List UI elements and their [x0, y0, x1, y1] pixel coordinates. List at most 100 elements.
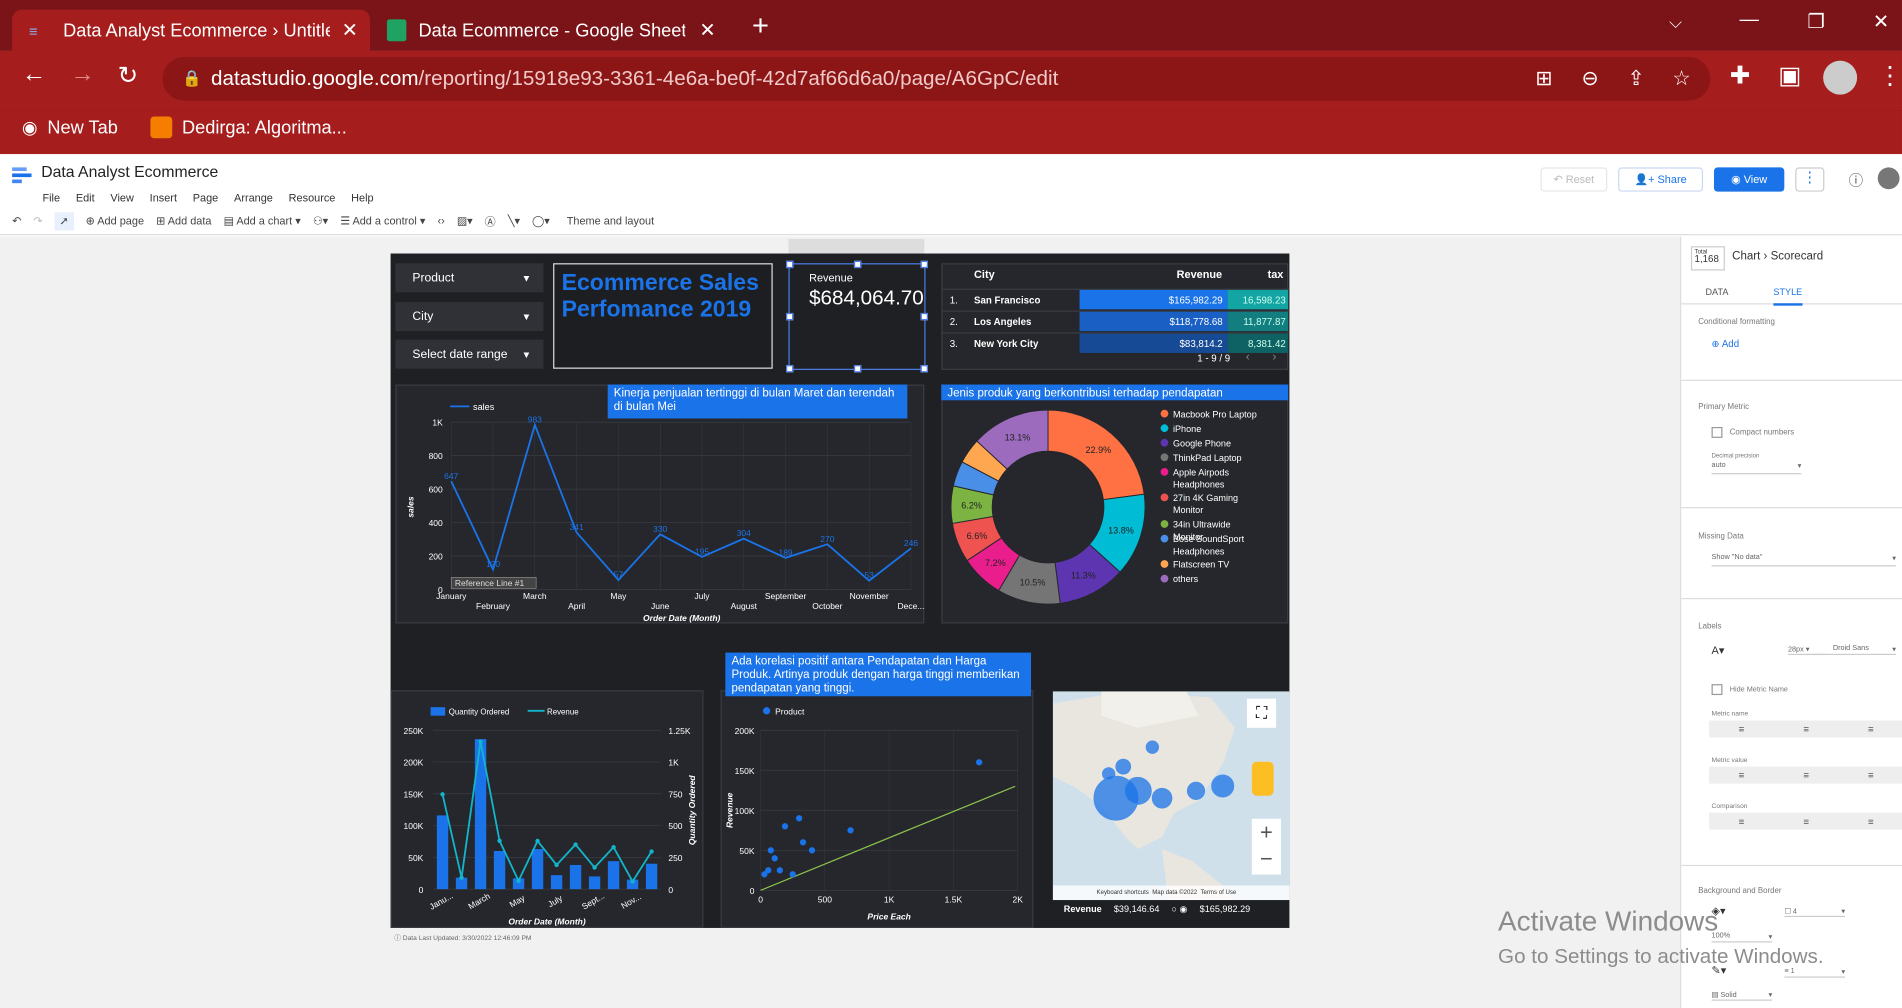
product-donut-chart[interactable]: 22.9% 13.8% 11.3% 10.5% 7.2% 6.6% 6.2% 13.1% Mac…: [941, 384, 1289, 624]
reset-button[interactable]: ↶ Reset: [1540, 167, 1608, 192]
sidepanel-icon[interactable]: ▣: [1778, 61, 1801, 91]
extensions-icon[interactable]: ✚: [1730, 61, 1750, 91]
next-page-icon[interactable]: ›: [1272, 351, 1276, 364]
table-row[interactable]: 2. Los Angeles $118,778.68 11,877.87: [942, 310, 1290, 332]
image-icon[interactable]: ▨▾: [457, 214, 473, 227]
menu-insert[interactable]: Insert: [150, 192, 177, 204]
menu-resource[interactable]: Resource: [289, 192, 336, 204]
align-center-icon[interactable]: ≡: [1803, 724, 1809, 735]
resize-handle[interactable]: [853, 365, 862, 373]
table-row[interactable]: 3. New York City $83,814.2 8,381.42: [942, 332, 1290, 353]
metric-name-align[interactable]: ≡ ≡ ≡: [1709, 720, 1902, 738]
decimal-select[interactable]: auto ▾: [1711, 462, 1802, 475]
table-header-city[interactable]: City: [974, 268, 995, 280]
reload-icon[interactable]: ↻: [118, 61, 138, 91]
code-icon[interactable]: ‹›: [437, 215, 444, 227]
city-filter-control[interactable]: City ▼: [395, 302, 544, 332]
resize-handle[interactable]: [786, 365, 794, 373]
close-window-icon[interactable]: ✕: [1873, 10, 1889, 34]
tab-google-sheets[interactable]: Data Ecommerce - Google Sheets ✕: [370, 10, 728, 51]
add-page-button[interactable]: ⊕ Add page: [86, 214, 144, 227]
table-header-revenue[interactable]: Revenue: [1177, 268, 1223, 280]
add-data-button[interactable]: ⊞ Add data: [156, 214, 211, 227]
view-button[interactable]: ◉ View: [1713, 167, 1785, 192]
url-input[interactable]: 🔒 datastudio.google.com/reporting/15918e…: [162, 57, 1711, 101]
new-tab-icon[interactable]: +: [752, 10, 769, 44]
zoom-in-icon[interactable]: +: [1252, 819, 1281, 846]
tab-style[interactable]: STYLE: [1773, 286, 1803, 306]
resize-handle[interactable]: [853, 260, 862, 269]
menu-arrange[interactable]: Arrange: [234, 192, 273, 204]
map-footer-text[interactable]: Terms of Use: [1201, 889, 1237, 896]
zoom-control[interactable]: + −: [1251, 818, 1281, 875]
resize-handle[interactable]: [920, 260, 928, 269]
restore-icon[interactable]: ❐: [1807, 10, 1824, 34]
tab-data-analyst[interactable]: ≡ Data Analyst Ecommerce › Untitle ✕: [12, 9, 370, 51]
redo-icon[interactable]: ↷: [33, 214, 42, 227]
add-chart-button[interactable]: ▤ Add a chart ▾: [224, 214, 301, 227]
kebab-menu-icon[interactable]: ⋮: [1878, 61, 1902, 91]
table-row[interactable]: 1. San Francisco $165,982.29 16,598.23: [942, 288, 1290, 310]
forward-icon[interactable]: →: [70, 61, 94, 89]
font-color-picker[interactable]: A▾: [1712, 644, 1725, 657]
share-button[interactable]: 👤+ Share: [1618, 167, 1704, 192]
theme-layout-button[interactable]: Theme and layout: [567, 215, 654, 227]
date-range-control[interactable]: Select date range ▼: [395, 339, 544, 369]
account-avatar[interactable]: [1877, 167, 1900, 190]
quantity-revenue-combo-chart[interactable]: 0 0 50K 250 100K 500 150K 750 200K 1K 250K 1.25K Jan…: [390, 690, 704, 928]
translate-icon[interactable]: ⊞: [1535, 67, 1552, 91]
metric-value-align[interactable]: ≡ ≡ ≡: [1709, 766, 1902, 784]
bookmark-new-tab[interactable]: ◉ New Tab: [22, 116, 118, 138]
more-options-icon[interactable]: ⋮: [1795, 167, 1825, 192]
pegman-icon[interactable]: [1251, 761, 1274, 796]
tab-data[interactable]: DATA: [1705, 286, 1728, 297]
fullscreen-icon[interactable]: ⛶: [1246, 698, 1277, 728]
font-family-select[interactable]: Droid Sans ▾: [1808, 645, 1896, 656]
menu-page[interactable]: Page: [193, 192, 219, 204]
missing-data-select[interactable]: Show "No data" ▾: [1711, 554, 1896, 567]
close-icon[interactable]: ✕: [699, 18, 715, 42]
prev-page-icon[interactable]: ‹: [1246, 351, 1250, 364]
help-icon[interactable]: ⓘ: [1849, 170, 1864, 191]
align-center-icon[interactable]: ≡: [1803, 816, 1809, 827]
price-revenue-scatter[interactable]: 0 50K 100K 150K 200K 0 500 1K 1.5K 2K Product Reven…: [720, 690, 1034, 928]
zoom-out-icon[interactable]: −: [1252, 845, 1281, 872]
border-style-select[interactable]: ▤ Solid ▾: [1711, 991, 1773, 1001]
dashboard-title[interactable]: Ecommerce Sales Perfomance 2019: [553, 263, 773, 369]
align-right-icon[interactable]: ≡: [1868, 770, 1874, 781]
city-revenue-map[interactable]: ⛶ + − Keyboard shortcuts Map data ©2022 T…: [1052, 691, 1290, 901]
city-table[interactable]: City Revenue tax 1. San Francisco $165,9…: [941, 263, 1290, 370]
resize-handle[interactable]: [786, 260, 794, 269]
sales-line-chart[interactable]: 0 200 400 600 800 1K January February March April…: [395, 384, 924, 624]
menu-file[interactable]: File: [42, 192, 60, 204]
zoom-icon[interactable]: ⊖: [1581, 67, 1598, 91]
comparison-align[interactable]: ≡ ≡ ≡: [1709, 812, 1902, 830]
text-icon[interactable]: Ⓐ: [485, 213, 496, 229]
community-viz-icon[interactable]: ⚇▾: [313, 214, 328, 227]
undo-icon[interactable]: ↶: [12, 214, 21, 227]
report-title[interactable]: Data Analyst Ecommerce: [41, 163, 218, 181]
align-left-icon[interactable]: ≡: [1739, 770, 1745, 781]
align-left-icon[interactable]: ≡: [1739, 724, 1745, 735]
add-condition-button[interactable]: ⊕ Add: [1712, 338, 1740, 349]
minimize-icon[interactable]: —: [1739, 10, 1758, 32]
shape-icon[interactable]: ◯▾: [532, 214, 550, 227]
hide-metric-checkbox[interactable]: Hide Metric Name: [1711, 684, 1788, 696]
table-header-tax[interactable]: tax: [1268, 268, 1284, 280]
product-filter-control[interactable]: Product ▼: [395, 263, 544, 293]
select-icon[interactable]: ➚: [54, 211, 74, 230]
line-icon[interactable]: ╲▾: [508, 214, 520, 227]
resize-handle[interactable]: [920, 365, 928, 373]
revenue-scorecard[interactable]: Revenue $684,064.70: [786, 260, 928, 373]
line-chart-annotation[interactable]: Kinerja penjualan tertinggi di bulan Mar…: [607, 384, 908, 419]
chevron-down-icon[interactable]: ⌵: [1669, 12, 1682, 33]
menu-view[interactable]: View: [110, 192, 133, 204]
share-page-icon[interactable]: ⇪: [1628, 67, 1645, 91]
back-icon[interactable]: ←: [22, 61, 46, 89]
compact-numbers-checkbox[interactable]: Compact numbers: [1711, 426, 1794, 438]
avatar[interactable]: [1823, 60, 1858, 95]
donut-chart-annotation[interactable]: Jenis produk yang berkontribusi terhadap…: [941, 384, 1289, 401]
menu-help[interactable]: Help: [351, 192, 373, 204]
star-icon[interactable]: ☆: [1672, 67, 1690, 91]
close-icon[interactable]: ✕: [342, 18, 358, 42]
